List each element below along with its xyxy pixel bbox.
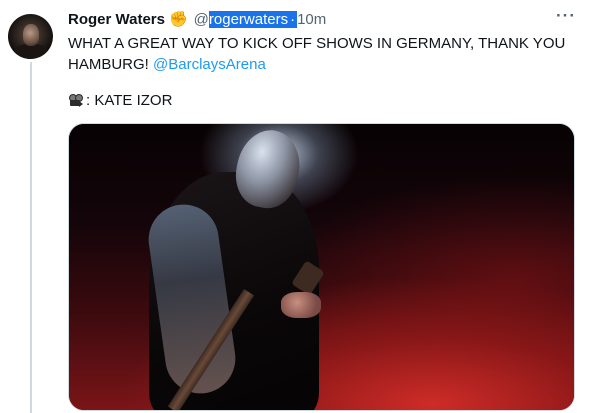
tweet-credit: : KATE IZOR	[68, 91, 172, 111]
tweet-header: Roger Waters ✊ @rogerwaters · 10m	[68, 9, 576, 29]
more-options-icon[interactable]: ···	[556, 7, 576, 24]
thread-line	[30, 62, 32, 413]
avatar-body	[14, 44, 48, 59]
verified-badge-icon[interactable]: ✊	[169, 12, 188, 27]
tweet-text: WHAT A GREAT WAY TO KICK OFF SHOWS IN GE…	[68, 33, 573, 75]
separator-dot: ·	[288, 10, 298, 28]
performer-hand	[281, 292, 321, 318]
tweet-text-main: WHAT A GREAT WAY TO KICK OFF SHOWS IN GE…	[68, 35, 566, 73]
author-handle[interactable]: @rogerwaters	[193, 10, 289, 28]
movie-camera-icon	[68, 94, 84, 107]
avatar-face	[23, 24, 39, 46]
handle-prefix: @	[193, 10, 209, 28]
tweet-media-video[interactable]	[68, 123, 575, 411]
avatar[interactable]	[8, 14, 53, 59]
handle-selected-text: rogerwaters	[208, 10, 289, 28]
credit-text: : KATE IZOR	[86, 92, 173, 109]
tweet-timestamp[interactable]: 10m	[297, 11, 326, 28]
author-name[interactable]: Roger Waters	[68, 11, 165, 28]
mention-link[interactable]: @BarclaysArena	[153, 56, 266, 73]
